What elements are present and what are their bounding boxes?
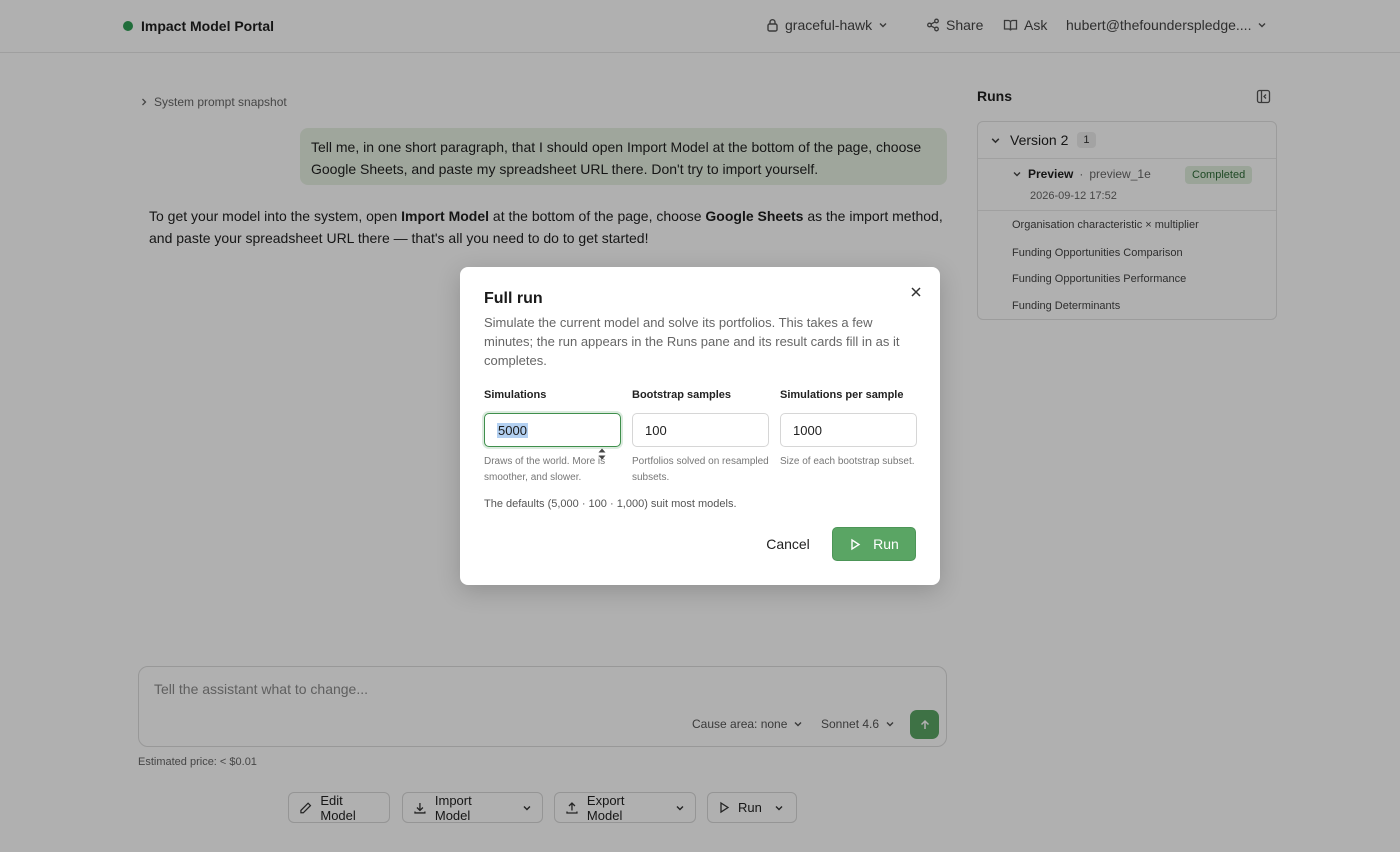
bootstrap-samples-field: Bootstrap samples Portfolios solved on r… [632, 389, 769, 486]
dialog-description: Simulate the current model and solve its… [484, 315, 900, 368]
defaults-note: The defaults (5,000 · 100 · 1,000) suit … [484, 498, 737, 510]
full-run-dialog: Full run Simulate the current model and … [460, 267, 940, 585]
field-label: Bootstrap samples [632, 389, 732, 401]
run-button[interactable]: Run [832, 527, 916, 561]
simulations-field: Simulations 5000 Draws of the world. Mor… [484, 389, 621, 486]
run-label: Run [873, 536, 899, 552]
simulations-input-wrap: 5000 [484, 413, 621, 460]
dialog-title: Full run [484, 290, 543, 307]
play-icon [851, 538, 861, 550]
bootstrap-samples-input[interactable] [632, 413, 769, 447]
close-button[interactable] [908, 284, 924, 300]
simulations-per-sample-input[interactable] [780, 413, 917, 447]
cancel-button[interactable]: Cancel [758, 527, 818, 561]
field-label: Simulations [484, 389, 547, 401]
field-label: Simulations per sample [780, 389, 904, 401]
simulations-value: 5000 [497, 422, 528, 438]
field-help: Portfolios solved on resampled subsets. [632, 456, 769, 483]
stepper-icon[interactable] [597, 447, 607, 461]
field-help: Size of each bootstrap subset. [780, 456, 915, 467]
simulations-per-sample-field: Simulations per sample Size of each boot… [780, 389, 917, 470]
simulations-input[interactable]: 5000 [484, 413, 621, 447]
close-icon [911, 287, 921, 297]
